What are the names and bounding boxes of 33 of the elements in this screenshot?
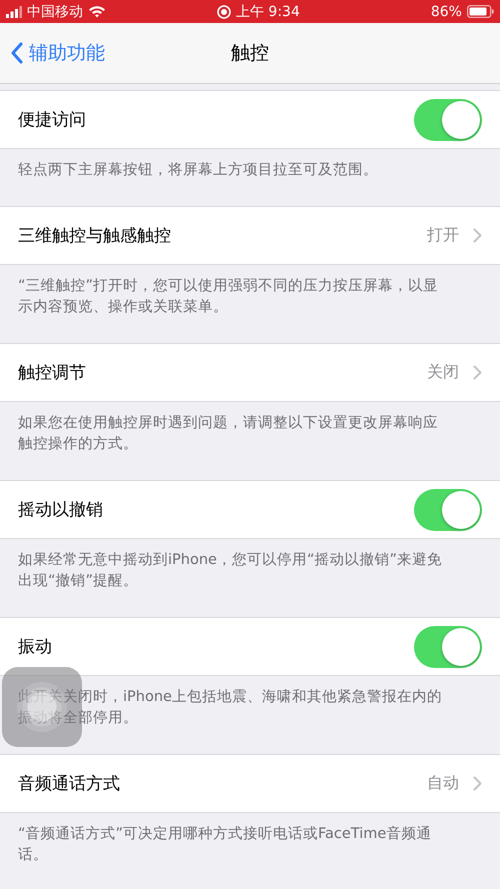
carrier-name: 中国移动 xyxy=(27,2,83,20)
footer-note: 轻点两下主屏幕按钮，将屏幕上方项目拉至可及范围。 xyxy=(18,162,378,178)
toggle-switch[interactable] xyxy=(414,488,482,530)
settings-row[interactable]: 音频通话方式 自动 xyxy=(0,754,500,813)
row-label: 便捷访问 xyxy=(18,109,87,131)
settings-row[interactable]: 三维触控与触感触控 打开 xyxy=(0,206,500,265)
rotation-lock-icon xyxy=(216,4,231,18)
row-label: 音频通话方式 xyxy=(18,773,121,795)
row-value: 关闭 xyxy=(427,362,459,383)
page-title: 触控 xyxy=(231,41,269,66)
battery-percent: 86% xyxy=(430,4,462,20)
clock-time: 上午 9:34 xyxy=(236,2,300,20)
back-button[interactable]: 辅助功能 xyxy=(0,40,105,66)
footer-note: 如果您在使用触控屏时遇到问题，请调整以下设置更改屏幕响应触控操作的方式。 xyxy=(18,415,438,452)
toggle-switch[interactable] xyxy=(414,98,482,140)
row-label: 振动 xyxy=(18,636,53,658)
row-label: 触控调节 xyxy=(18,362,87,384)
wifi-icon xyxy=(88,5,106,18)
settings-row[interactable]: 触控调节 关闭 xyxy=(0,343,500,402)
footer-note: 如果经常无意中摇动到iPhone，您可以停用“摇动以撤销”来避免出现“撤销”提醒。 xyxy=(18,552,442,589)
chevron-icon xyxy=(473,365,482,380)
chevron-icon xyxy=(473,776,482,791)
signal-icon xyxy=(6,6,22,18)
row-value: 打开 xyxy=(427,225,459,246)
footer-note: “音频通话方式”可决定用哪种方式接听电话或FaceTime音频通话。 xyxy=(18,826,432,863)
footer-note: “三维触控”打开时，您可以使用强弱不同的压力按压屏幕，以显示内容预览、操作或关联菜单。 xyxy=(18,278,438,315)
row-label: 摇动以撤销 xyxy=(18,499,104,521)
row-value: 自动 xyxy=(427,773,459,794)
row-label: 三维触控与触感触控 xyxy=(18,225,172,247)
battery-icon xyxy=(466,5,494,18)
toggle-switch[interactable] xyxy=(414,626,482,668)
back-chevron-icon xyxy=(10,42,23,64)
chevron-icon xyxy=(473,228,482,243)
